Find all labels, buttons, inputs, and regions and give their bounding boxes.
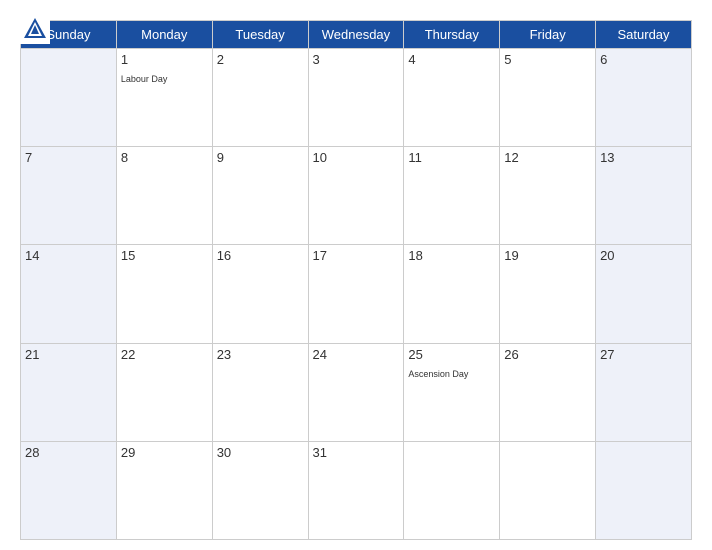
- calendar-cell: 10: [308, 147, 404, 245]
- week-row-3: 14 15 16 17 18 19 20: [21, 245, 692, 343]
- day-number: 30: [217, 445, 304, 460]
- logo-icon: [20, 14, 50, 44]
- days-header-row: SundayMondayTuesdayWednesdayThursdayFrid…: [21, 21, 692, 49]
- day-number: 11: [408, 150, 495, 165]
- day-number: 5: [504, 52, 591, 67]
- day-header-monday: Monday: [116, 21, 212, 49]
- day-number: 20: [600, 248, 687, 263]
- calendar-cell: [596, 441, 692, 539]
- day-number: 17: [313, 248, 400, 263]
- calendar-cell: 6: [596, 49, 692, 147]
- logo: [20, 14, 54, 44]
- day-number: 31: [313, 445, 400, 460]
- calendar-cell: 20: [596, 245, 692, 343]
- calendar-cell: 3: [308, 49, 404, 147]
- day-number: 8: [121, 150, 208, 165]
- day-header-thursday: Thursday: [404, 21, 500, 49]
- day-header-friday: Friday: [500, 21, 596, 49]
- calendar-cell: [404, 441, 500, 539]
- day-number: 26: [504, 347, 591, 362]
- day-number: 16: [217, 248, 304, 263]
- day-number: 10: [313, 150, 400, 165]
- day-number: 15: [121, 248, 208, 263]
- day-number: 27: [600, 347, 687, 362]
- calendar-cell: 11: [404, 147, 500, 245]
- day-number: 22: [121, 347, 208, 362]
- calendar-cell: 16: [212, 245, 308, 343]
- calendar-cell: 13: [596, 147, 692, 245]
- calendar-table: SundayMondayTuesdayWednesdayThursdayFrid…: [20, 20, 692, 540]
- calendar-cell: 12: [500, 147, 596, 245]
- calendar-cell: 15: [116, 245, 212, 343]
- calendar-cell: 29: [116, 441, 212, 539]
- calendar-cell: [21, 49, 117, 147]
- calendar-cell: 26: [500, 343, 596, 441]
- calendar-cell: 4: [404, 49, 500, 147]
- calendar-cell: 2: [212, 49, 308, 147]
- day-number: 7: [25, 150, 112, 165]
- day-number: 13: [600, 150, 687, 165]
- day-number: 14: [25, 248, 112, 263]
- day-header-wednesday: Wednesday: [308, 21, 404, 49]
- week-row-2: 789 10 11 12 13: [21, 147, 692, 245]
- day-number: 2: [217, 52, 304, 67]
- calendar-cell: 14: [21, 245, 117, 343]
- calendar-cell: 1 Labour Day: [116, 49, 212, 147]
- calendar-cell: 9: [212, 147, 308, 245]
- calendar-cell: 19: [500, 245, 596, 343]
- day-number: 29: [121, 445, 208, 460]
- day-number: 9: [217, 150, 304, 165]
- calendar-cell: 28: [21, 441, 117, 539]
- calendar-cell: 5: [500, 49, 596, 147]
- day-number: 24: [313, 347, 400, 362]
- calendar-cell: 27: [596, 343, 692, 441]
- day-number: 28: [25, 445, 112, 460]
- day-header-saturday: Saturday: [596, 21, 692, 49]
- day-number: 3: [313, 52, 400, 67]
- calendar-cell: 8: [116, 147, 212, 245]
- calendar-cell: 31: [308, 441, 404, 539]
- calendar-cell: 25 Ascension Day: [404, 343, 500, 441]
- calendar-cell: 17: [308, 245, 404, 343]
- day-number: 18: [408, 248, 495, 263]
- week-row-5: 28 29 30 31: [21, 441, 692, 539]
- day-number: 6: [600, 52, 687, 67]
- calendar-cell: 21: [21, 343, 117, 441]
- calendar-cell: [500, 441, 596, 539]
- day-number: 4: [408, 52, 495, 67]
- holiday-label: Ascension Day: [408, 369, 468, 379]
- day-number: 12: [504, 150, 591, 165]
- day-header-tuesday: Tuesday: [212, 21, 308, 49]
- week-row-4: 21 22 23 24 25 Ascension Day 26 27: [21, 343, 692, 441]
- calendar-cell: 23: [212, 343, 308, 441]
- day-number: 23: [217, 347, 304, 362]
- day-number: 21: [25, 347, 112, 362]
- holiday-label: Labour Day: [121, 74, 168, 84]
- day-number: 1: [121, 52, 208, 67]
- calendar-cell: 24: [308, 343, 404, 441]
- week-row-1: 1 Labour Day 23456: [21, 49, 692, 147]
- calendar-cell: 22: [116, 343, 212, 441]
- calendar-cell: 18: [404, 245, 500, 343]
- calendar-cell: 7: [21, 147, 117, 245]
- day-number: 19: [504, 248, 591, 263]
- day-number: 25: [408, 347, 495, 362]
- calendar-cell: 30: [212, 441, 308, 539]
